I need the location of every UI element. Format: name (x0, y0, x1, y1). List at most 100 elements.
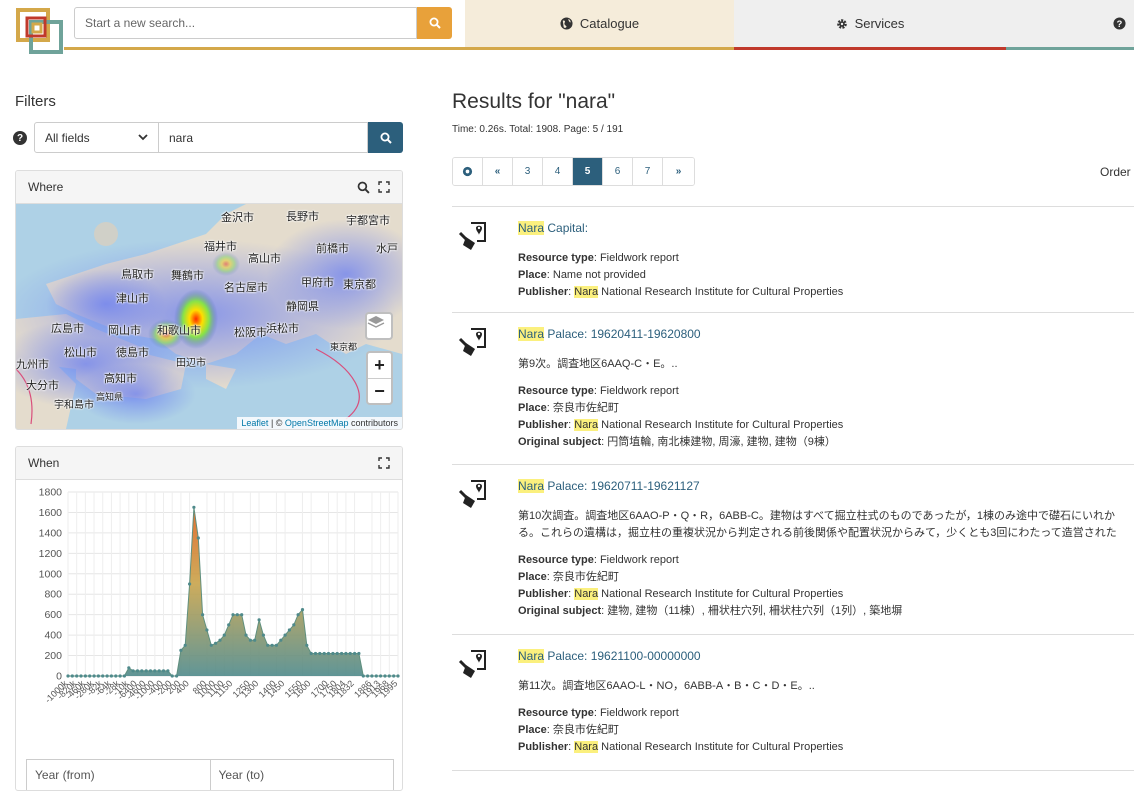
meta-label: Original subject (518, 436, 602, 448)
result-title[interactable]: Nara Palace: 19620711-19621127 (518, 479, 1134, 493)
leaflet-link[interactable]: Leaflet (241, 418, 268, 428)
map-place-label: 大分市 (26, 380, 59, 392)
timeline-chart[interactable]: 020040060080010001200140016001800-1000k-… (16, 480, 402, 755)
data-point (114, 674, 118, 678)
map-place-label: 金沢市 (221, 212, 254, 224)
pager-page-4[interactable]: 4 (543, 158, 573, 185)
map-place-label: 水戸 (376, 243, 398, 255)
result-title-text: Palace: 19621100-00000000 (544, 649, 701, 663)
map-place-label: 岡山市 (108, 325, 141, 337)
data-point (361, 674, 365, 678)
map-place-label: 田辺市 (176, 358, 206, 369)
data-point (83, 674, 87, 678)
result-item: Nara Palace: 19621100-00000000 第11次。調査地区… (452, 634, 1134, 770)
pager-page-7[interactable]: 7 (633, 158, 663, 185)
data-point (357, 651, 361, 656)
expand-icon[interactable] (378, 457, 390, 469)
result-title[interactable]: Nara Palace: 19620411-19620800 (518, 327, 1134, 341)
place-value: 奈良市佐紀町 (552, 402, 619, 414)
openstreetmap-link[interactable]: OpenStreetMap (285, 418, 349, 428)
globe-icon (560, 17, 573, 30)
map-layers-button[interactable] (365, 312, 393, 340)
filter-search-button[interactable] (368, 122, 403, 153)
expand-icon[interactable] (378, 181, 390, 193)
zoom-out-button[interactable]: − (368, 378, 391, 403)
nav-label-services: Services (854, 16, 905, 31)
result-title[interactable]: Nara Palace: 19621100-00000000 (518, 649, 1134, 663)
meta-label: Resource type (518, 554, 594, 566)
data-point (205, 628, 209, 632)
global-search-button[interactable] (417, 7, 452, 39)
data-point (353, 651, 357, 656)
place-line: Place: 奈良市佐紀町 (518, 402, 619, 414)
data-point (296, 613, 300, 617)
data-point (387, 674, 391, 678)
publisher-line: Publisher: Nara National Research Instit… (518, 419, 844, 431)
map-place-label: 甲府市 (301, 277, 334, 289)
publisher-line: Publisher: Nara National Research Instit… (518, 588, 844, 600)
place-line: Place: 奈良市佐紀町 (518, 571, 619, 583)
nav-tab-help[interactable]: ? (1006, 0, 1134, 50)
year-from-input[interactable] (26, 759, 211, 790)
year-to-input[interactable] (210, 759, 394, 790)
search-icon[interactable] (357, 181, 370, 194)
pager-reset-button[interactable] (453, 158, 483, 185)
y-tick-label: 1800 (39, 487, 63, 499)
data-point (179, 648, 183, 652)
pager-page-3[interactable]: 3 (513, 158, 543, 185)
pager-next-button[interactable]: » (663, 158, 694, 185)
map-place-label: 東京都 (343, 279, 376, 291)
publisher-value: National Research Institute for Cultural… (598, 419, 844, 431)
heatmap-map[interactable]: 金沢市 長野市 宇都宮市 福井市 高山市 前橋市 水戸 鳥取市 舞鶴市 名古屋市… (16, 204, 402, 429)
data-point (214, 641, 218, 645)
map-place-label: 前橋市 (316, 243, 349, 255)
global-search-input[interactable] (74, 7, 417, 39)
publisher-value: National Research Institute for Cultural… (598, 286, 844, 298)
data-point (92, 674, 96, 678)
map-place-label: 高知市 (104, 373, 137, 385)
nav-label-catalogue: Catalogue (579, 16, 640, 31)
nav-tab-catalogue[interactable]: Catalogue (465, 0, 734, 50)
result-item: Nara Palace: 19620711-19621127 第10次調査。調査… (452, 464, 1134, 634)
top-navigation-bar: Catalogue Services ? (0, 0, 1134, 58)
result-description: 第11次。調査地区6AAO-L・NO，6ABB-A・B・C・D・E。.. (518, 680, 815, 692)
data-point (227, 623, 231, 627)
chevron-down-icon (138, 134, 148, 141)
publisher-line: Publisher: Nara National Research Instit… (518, 741, 844, 753)
data-point (283, 633, 287, 637)
resource-type-value: Fieldwork report (599, 554, 679, 566)
data-point (122, 674, 126, 678)
data-point (309, 651, 313, 656)
year-range-row (26, 759, 394, 790)
data-point (109, 674, 113, 678)
result-description: 第9次。調査地区6AAQ-C・E。.. (518, 358, 678, 370)
result-title-text: Palace: 19620711-19621127 (544, 479, 700, 493)
pager-page-5-current[interactable]: 5 (573, 158, 603, 185)
result-title[interactable]: Nara Capital: (518, 221, 1134, 235)
field-select[interactable]: All fields (34, 122, 159, 153)
data-point (201, 613, 205, 617)
nav-tab-services[interactable]: Services (734, 0, 1006, 50)
result-item (452, 770, 1134, 785)
map-place-label: 広島市 (51, 323, 84, 335)
results-title: Results for "nara" (452, 90, 616, 113)
site-logo[interactable] (15, 6, 65, 56)
meta-label: Place (518, 402, 547, 414)
question-circle-icon[interactable]: ? (13, 131, 27, 145)
fieldwork-icon (458, 480, 486, 508)
pager-prev-button[interactable]: « (483, 158, 513, 185)
order-label[interactable]: Order (1100, 165, 1131, 179)
filter-query-input[interactable] (158, 122, 368, 153)
data-point (331, 651, 335, 656)
map-place-label: 鳥取市 (121, 269, 154, 281)
result-body: Nara Palace: 19620411-19620800 第9次。調査地区6… (518, 327, 1134, 451)
data-point (379, 674, 383, 678)
highlight: Nara (518, 327, 545, 341)
pager-page-6[interactable]: 6 (603, 158, 633, 185)
data-point (257, 618, 261, 622)
data-point (266, 643, 270, 647)
meta-label: Resource type (518, 385, 594, 397)
highlight: Nara (518, 479, 545, 493)
zoom-in-button[interactable]: + (368, 353, 391, 378)
map-place-label: 津山市 (116, 293, 149, 305)
